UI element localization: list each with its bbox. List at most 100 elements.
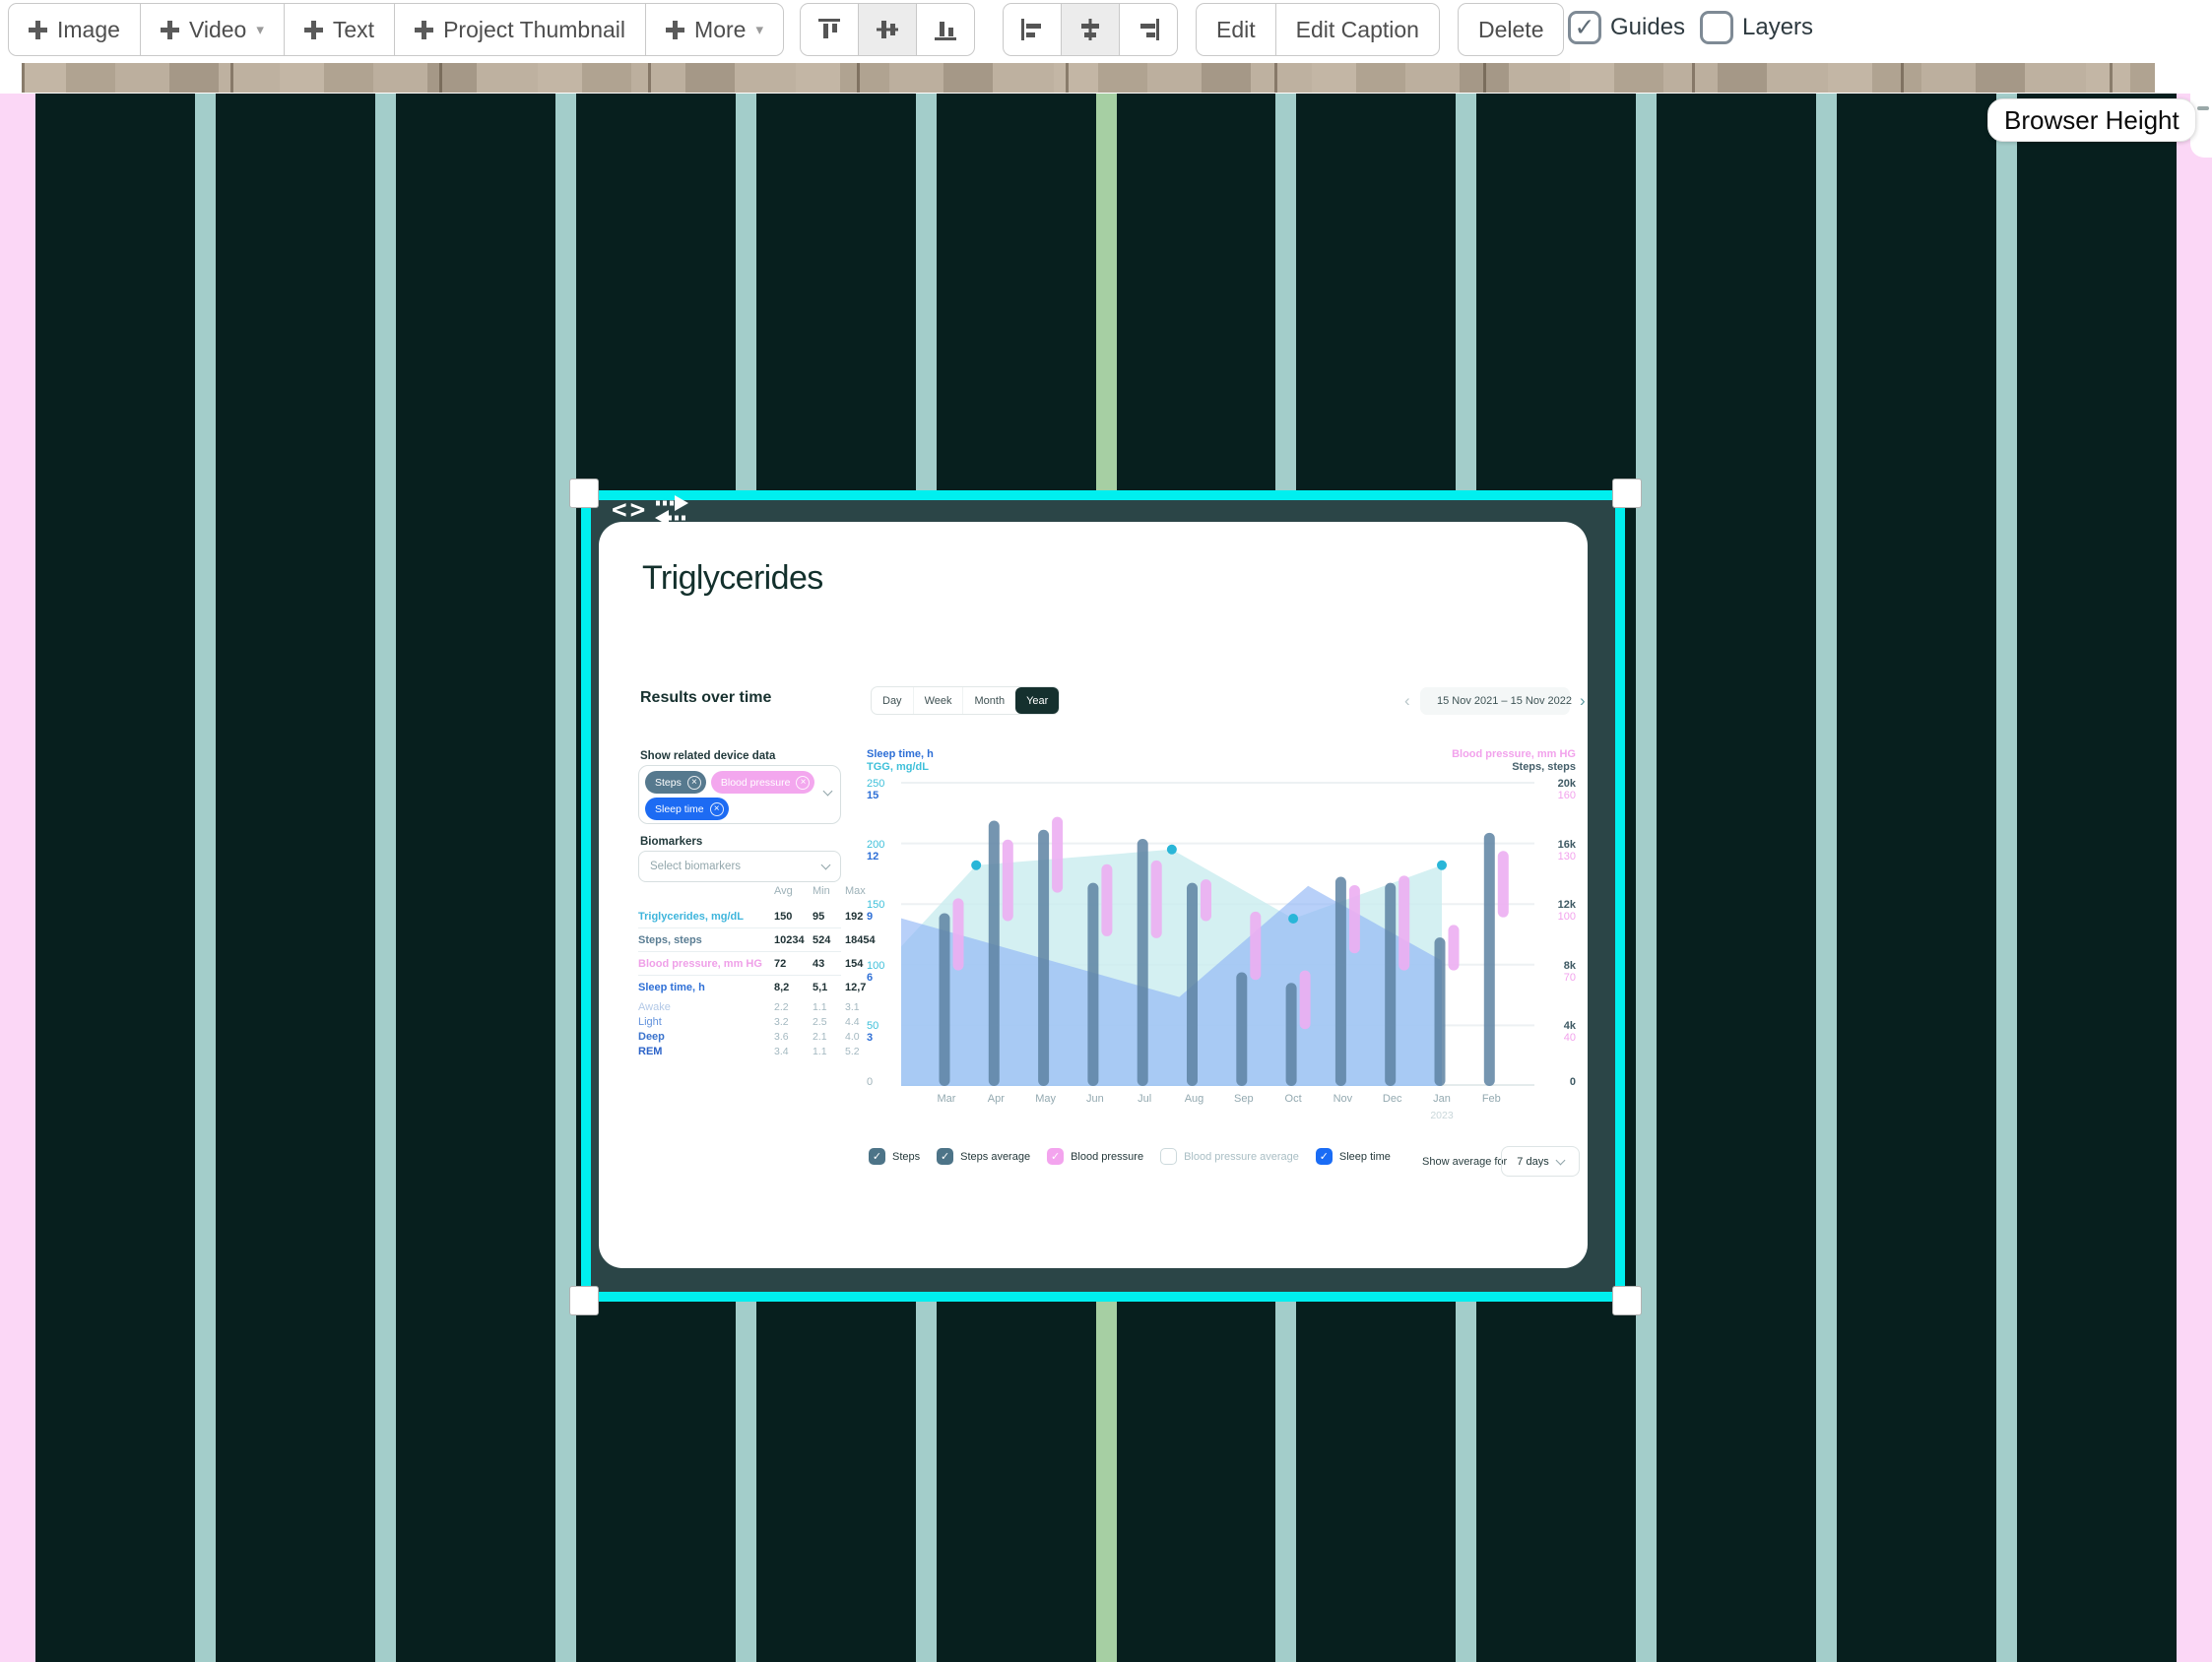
date-range-text: 15 Nov 2021 – 15 Nov 2022 <box>1437 695 1572 707</box>
x-axis-month-label: Jun <box>1086 1093 1104 1105</box>
add-image-button[interactable]: Image <box>8 3 141 56</box>
device-data-multiselect[interactable]: Steps×Blood pressure× Sleep time × <box>638 765 841 824</box>
x-axis-month-label: Oct <box>1285 1093 1302 1105</box>
legend-checkbox[interactable]: ✓ <box>1316 1148 1333 1165</box>
add-more-button[interactable]: More▾ <box>645 3 784 56</box>
dashboard-card: Triglycerides Results over time DayWeekM… <box>599 522 1588 1268</box>
resize-handle-top-left[interactable] <box>569 479 599 508</box>
edit-caption-button[interactable]: Edit Caption <box>1275 3 1440 56</box>
legend-checkbox[interactable]: ✓ <box>869 1148 885 1165</box>
add-text-button[interactable]: Text <box>284 3 395 56</box>
plus-icon <box>161 21 179 39</box>
show-average-label: Show average for <box>1422 1156 1507 1168</box>
tgg-data-point <box>971 861 981 870</box>
legend-item-blood-pressure[interactable]: ✓ Blood pressure <box>1047 1148 1143 1165</box>
plus-icon <box>415 21 433 39</box>
row-value: 1.1 <box>813 1001 845 1013</box>
resize-handle-bottom-left[interactable] <box>569 1286 599 1315</box>
plus-icon <box>304 21 323 39</box>
align-right-button[interactable] <box>1119 3 1178 56</box>
delete-group: Delete <box>1458 3 1564 56</box>
remove-chip-icon[interactable]: × <box>687 776 701 790</box>
align-center-icon <box>1075 15 1105 44</box>
plus-icon <box>666 21 684 39</box>
legend-item-sleep-time[interactable]: ✓Sleep time <box>1316 1148 1391 1165</box>
right-edge-scroll-dash[interactable] <box>2197 106 2209 110</box>
row-value: 4.4 <box>845 1016 860 1028</box>
chart-legend: ✓Steps✓Steps average✓Blood pressureBlood… <box>869 1148 1391 1165</box>
vertical-align-group <box>800 3 975 56</box>
results-over-time-label: Results over time <box>640 689 771 707</box>
legend-label: Steps average <box>960 1151 1030 1163</box>
align-top-button[interactable] <box>800 3 859 56</box>
remove-chip-icon[interactable]: × <box>796 776 810 790</box>
legend-checkbox[interactable] <box>1160 1148 1177 1165</box>
legend-item-steps[interactable]: ✓Steps <box>869 1148 920 1165</box>
row-value: 2.5 <box>813 1016 845 1028</box>
resize-handle-bottom-right[interactable] <box>1612 1286 1642 1315</box>
row-value: 5.2 <box>845 1046 860 1057</box>
align-left-button[interactable] <box>1003 3 1062 56</box>
guides-toggle[interactable]: ✓ Guides <box>1568 11 1685 44</box>
date-prev-chevron[interactable]: ‹ <box>1404 691 1410 711</box>
blood-pressure-range-bar <box>1250 912 1261 980</box>
row-value: 3.1 <box>845 1001 860 1013</box>
tab-week[interactable]: Week <box>913 687 963 714</box>
tab-day[interactable]: Day <box>872 687 913 714</box>
layers-checkbox[interactable] <box>1700 11 1733 44</box>
time-range-tabs: DayWeekMonthYear <box>871 686 1060 715</box>
blood-pressure-range-bar <box>1052 817 1063 893</box>
edit-button[interactable]: Edit <box>1196 3 1276 56</box>
column-guide <box>195 94 216 1662</box>
blood-pressure-range-bar <box>1151 861 1162 938</box>
x-axis-month-label: May <box>1035 1093 1056 1105</box>
resize-handle-top-right[interactable] <box>1612 479 1642 508</box>
tab-year[interactable]: Year <box>1015 687 1059 714</box>
delete-button[interactable]: Delete <box>1458 3 1564 56</box>
date-range-picker[interactable]: 15 Nov 2021 – 15 Nov 2022 <box>1420 687 1570 715</box>
add-video-button[interactable]: Video▾ <box>140 3 285 56</box>
legend-item-steps-average[interactable]: ✓ Steps average <box>937 1148 1030 1165</box>
add-button-label: Image <box>57 17 120 43</box>
chip-steps[interactable]: Steps× <box>645 771 706 794</box>
align-bottom-button[interactable] <box>916 3 975 56</box>
layers-toggle[interactable]: Layers <box>1700 11 1813 44</box>
average-window-select[interactable]: 7 days <box>1501 1146 1580 1177</box>
results-chart <box>901 783 1534 1086</box>
guides-checkbox[interactable]: ✓ <box>1568 11 1601 44</box>
chevron-down-icon <box>821 861 831 870</box>
tab-month[interactable]: Month <box>962 687 1015 714</box>
left-axis-tick: 1006 <box>867 960 884 984</box>
blood-pressure-range-bar <box>1399 875 1409 970</box>
legend-label: Blood pressure <box>1071 1151 1143 1163</box>
average-window-value: 7 days <box>1517 1156 1548 1168</box>
blood-pressure-range-bar <box>1300 971 1311 1030</box>
right-axis-tick: 4k40 <box>1497 1020 1576 1044</box>
align-center-button[interactable] <box>1061 3 1120 56</box>
chip-sleep-time[interactable]: Sleep time × <box>645 798 729 820</box>
right-axis-tick: 20k160 <box>1497 778 1576 801</box>
date-next-chevron[interactable]: › <box>1580 691 1586 711</box>
biomarkers-select[interactable]: Select biomarkers <box>638 851 841 882</box>
chip-label: Sleep time <box>655 803 704 815</box>
add-project-thumbnail-button[interactable]: Project Thumbnail <box>394 3 646 56</box>
legend-checkbox[interactable]: ✓ <box>1047 1148 1064 1165</box>
align-middle-icon <box>873 15 902 44</box>
code-icon[interactable]: <> <box>612 495 648 525</box>
legend-item-blood-pressure-average[interactable]: Blood pressure average <box>1160 1148 1299 1165</box>
row-value: 12,7 <box>845 982 866 993</box>
table-row: Awake2.21.13.1 <box>638 999 841 1014</box>
tgg-data-point <box>1437 861 1447 870</box>
remove-chip-icon[interactable]: × <box>710 802 724 816</box>
steps-bar <box>1435 937 1446 1086</box>
legend-checkbox[interactable]: ✓ <box>937 1148 953 1165</box>
row-value: 3.4 <box>774 1046 813 1057</box>
chip-blood-pressure[interactable]: Blood pressure× <box>711 771 815 794</box>
chevron-down-icon <box>1555 1155 1565 1165</box>
steps-bar <box>1286 983 1297 1086</box>
page-corner-block <box>2155 61 2190 94</box>
texture-banner-image <box>22 63 2155 93</box>
chevron-down-icon <box>823 787 833 797</box>
align-middle-button[interactable] <box>858 3 917 56</box>
row-value: 95 <box>813 911 845 923</box>
